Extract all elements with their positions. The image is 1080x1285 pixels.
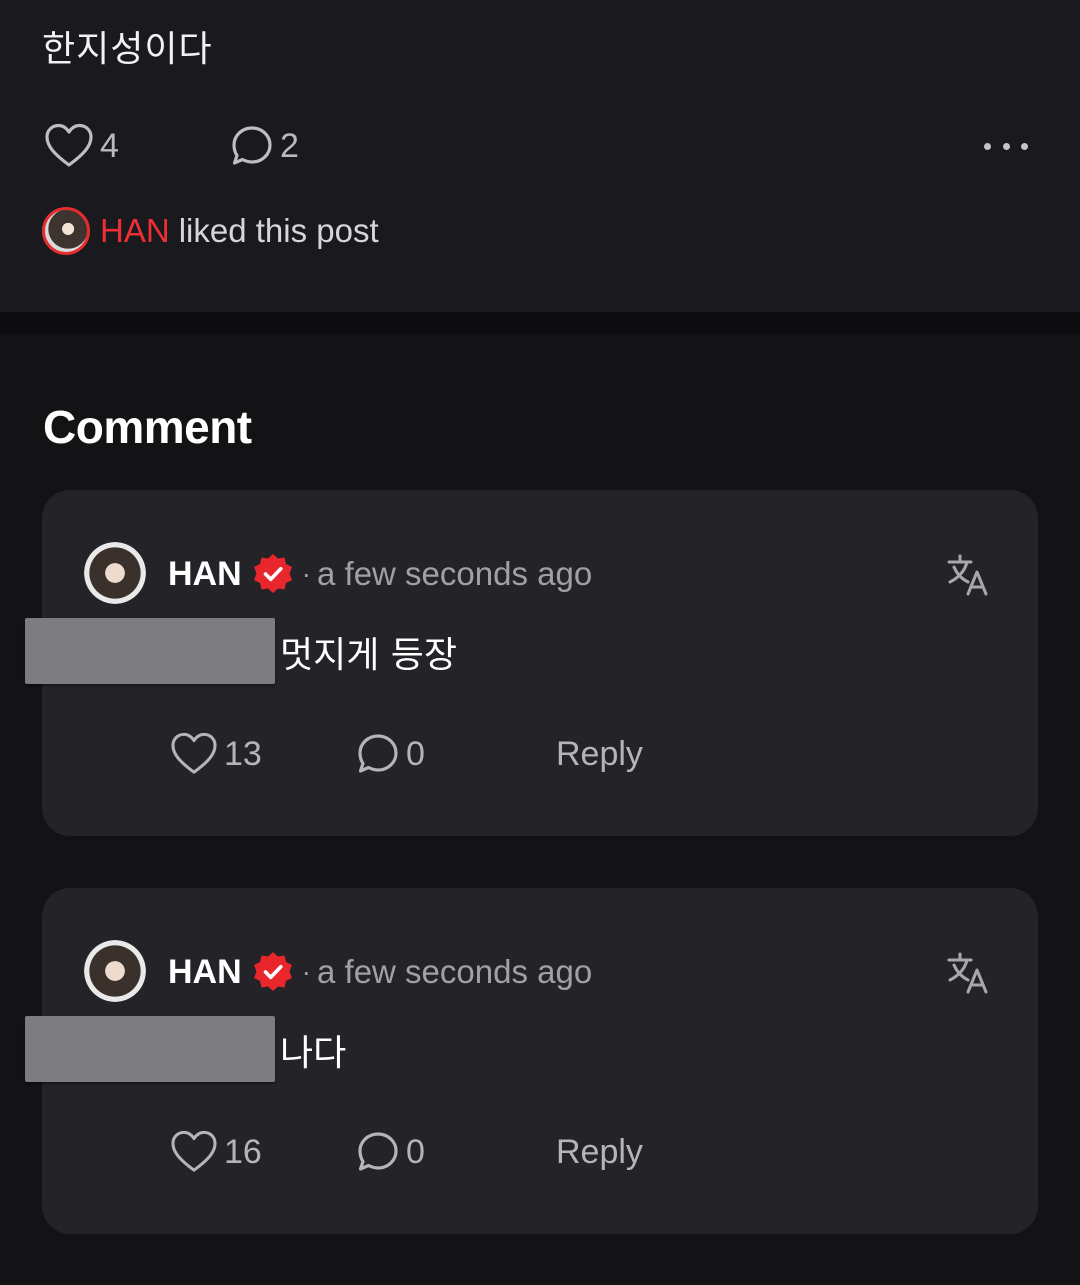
comment-like-button[interactable]: 16 (170, 1128, 262, 1176)
avatar[interactable] (84, 940, 146, 1002)
comment-like-count: 13 (224, 734, 262, 773)
liker-avatar[interactable] (42, 207, 90, 255)
comment-text: 나다 (280, 1033, 347, 1074)
liked-by-row: HAN liked this post (42, 206, 379, 256)
comment-card: HAN · a few seconds ago 나다 16 0 Reply (25, 888, 1038, 1234)
redacted-mention (25, 1016, 275, 1082)
post-comment-button[interactable]: 2 (230, 122, 299, 170)
liked-by-label: liked this post (178, 212, 379, 249)
meta-separator: · (301, 558, 311, 589)
comment-icon (358, 1132, 398, 1171)
translate-icon[interactable] (946, 552, 992, 598)
comment-text: 멋지게 등장 (280, 635, 458, 676)
post-comment-count: 2 (280, 126, 299, 165)
post-like-button[interactable]: 4 (44, 122, 119, 170)
comment-timestamp: a few seconds ago (317, 953, 593, 990)
meta-separator: · (301, 956, 311, 987)
more-dot-icon (984, 142, 991, 150)
comment-reply-count-button[interactable]: 0 (356, 730, 425, 778)
heart-icon (45, 123, 93, 167)
redacted-mention (25, 618, 275, 684)
verified-badge-icon (253, 952, 292, 991)
comment-reply-count: 0 (406, 1132, 425, 1171)
reply-button[interactable]: Reply (556, 1128, 643, 1176)
more-dot-icon (1002, 142, 1010, 150)
comment-card: HAN · a few seconds ago 멋지게 등장 13 0 Repl… (25, 490, 1038, 836)
post-like-count: 4 (100, 126, 119, 165)
more-dot-icon (1021, 142, 1028, 150)
comments-title: Comment (43, 401, 252, 453)
comment-meta: HAN · a few seconds ago (168, 550, 592, 598)
comment-like-button[interactable]: 13 (170, 730, 262, 778)
post-text: 한지성이다 (42, 29, 213, 70)
translate-icon[interactable] (946, 950, 992, 996)
heart-icon (171, 732, 217, 774)
liker-name[interactable]: HAN (100, 212, 170, 250)
comment-icon (232, 126, 272, 165)
comment-reply-count-button[interactable]: 0 (356, 1128, 425, 1176)
comment-reply-count: 0 (406, 734, 425, 773)
section-divider (0, 312, 1080, 334)
comment-meta: HAN · a few seconds ago (168, 948, 592, 996)
author-name[interactable]: HAN (168, 953, 242, 992)
avatar[interactable] (84, 542, 146, 604)
reply-button[interactable]: Reply (556, 730, 643, 778)
author-name[interactable]: HAN (168, 555, 242, 594)
post: 한지성이다 4 2 HAN liked this post (0, 0, 1080, 312)
comment-like-count: 16 (224, 1132, 262, 1171)
heart-icon (171, 1130, 217, 1172)
comment-icon (358, 734, 398, 773)
comment-timestamp: a few seconds ago (317, 555, 593, 592)
more-options-button[interactable] (980, 128, 1032, 164)
verified-badge-icon (253, 554, 292, 593)
